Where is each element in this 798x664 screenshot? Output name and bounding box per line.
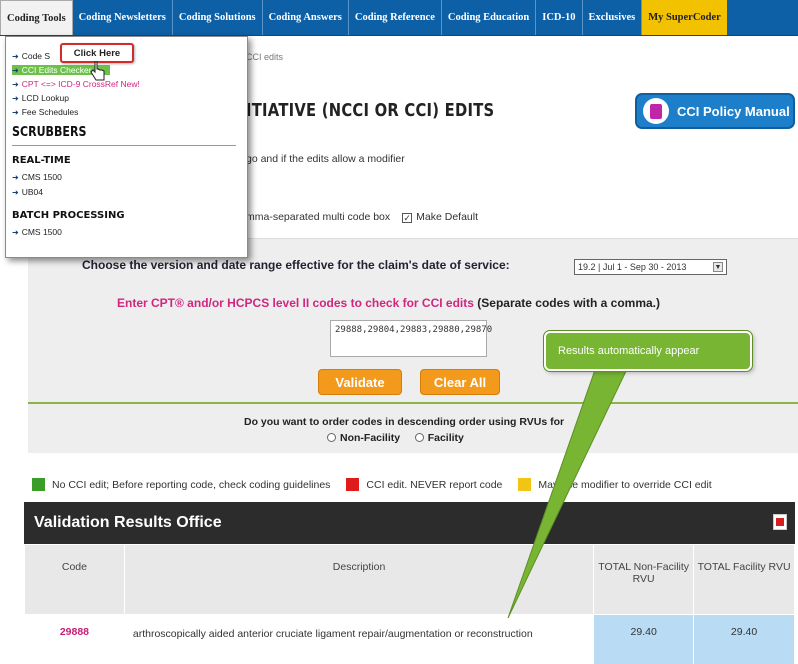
menu-item-label: CMS 1500 [21,227,62,237]
menu-item-realtime-ub04[interactable]: ➜ UB04 [12,187,43,197]
coding-tools-menu: ➜ Code S ➜ CCI Edits Checker ➜ CPT <=> ICD-… [5,36,248,258]
menu-divider [12,145,236,146]
menu-item-crossref[interactable]: ➜ CPT <=> ICD-9 CrossRef New! [12,79,140,89]
menu-item-label: UB04 [21,187,43,197]
menu-item-label: Code S [21,51,51,61]
menu-item-label: CCI Edits Checker [21,65,92,75]
menu-item-lcd-lookup[interactable]: ➜ LCD Lookup [12,93,69,103]
arrow-icon: ➜ [12,228,19,237]
arrow-icon: ➜ [12,188,19,197]
arrow-icon: ➜ [12,80,19,89]
menu-item-batch-cms1500[interactable]: ➜ CMS 1500 [12,227,62,237]
menu-item-label: LCD Lookup [21,93,69,103]
menu-item-label: CPT <=> ICD-9 CrossRef New! [21,79,140,89]
arrow-icon: ➜ [12,66,19,75]
menu-item-realtime-cms1500[interactable]: ➜ CMS 1500 [12,172,62,182]
arrow-icon: ➜ [12,173,19,182]
arrow-icon: ➜ [12,94,19,103]
hand-cursor-icon [90,61,105,81]
scrubbers-heading: SCRUBBERS [12,125,87,140]
click-here-tooltip: Click Here [60,43,134,63]
arrow-icon: ➜ [12,52,19,61]
menu-item-fee-schedules[interactable]: ➜ Fee Schedules [12,107,78,117]
results-callout: Results automatically appear [543,330,753,372]
menu-item-label: Fee Schedules [21,107,79,117]
arrow-icon: ➜ [12,108,19,117]
menu-item-label: CMS 1500 [21,172,62,182]
batch-heading: BATCH PROCESSING [12,210,125,221]
menu-item-code-search[interactable]: ➜ Code S [12,51,50,61]
realtime-heading: REAL-TIME [12,155,71,166]
